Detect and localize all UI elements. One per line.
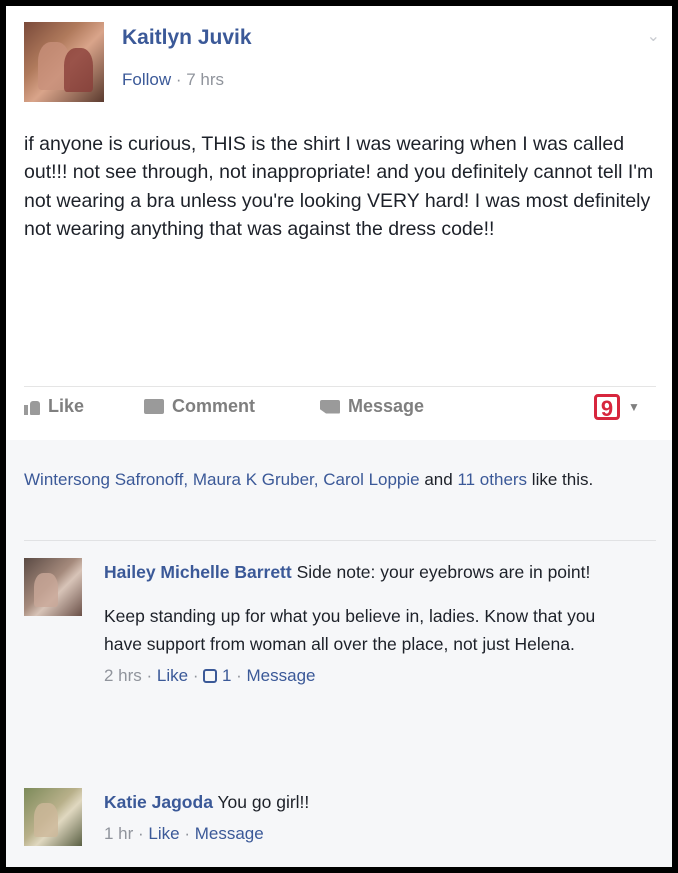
like-button[interactable]: Like: [24, 396, 84, 417]
comment-text: Hailey Michelle Barrett Side note: your …: [104, 558, 624, 586]
likes-others-link[interactable]: 11 others: [457, 470, 527, 489]
comment-body: Hailey Michelle Barrett Side note: your …: [104, 558, 624, 690]
thumbs-up-icon: [24, 399, 40, 415]
post-meta: Follow · 7 hrs: [122, 70, 224, 90]
commenter-avatar[interactable]: [24, 558, 82, 616]
message-icon: [320, 399, 340, 414]
action-bar: Like Comment Message 9 ▼: [24, 390, 656, 430]
chevron-down-icon[interactable]: ⌄: [647, 26, 660, 46]
author-name[interactable]: Kaitlyn Juvik: [122, 26, 252, 50]
comment-like-count[interactable]: 1: [222, 666, 231, 685]
comment-content-2: Keep standing up for what you believe in…: [104, 606, 596, 654]
comment-content: Side note: your eyebrows are in point!: [296, 562, 591, 582]
comment-like-link[interactable]: Like: [157, 666, 188, 685]
thumbs-up-icon: [203, 669, 218, 683]
post-time[interactable]: 7 hrs: [186, 70, 224, 89]
comment-like-link[interactable]: Like: [148, 824, 179, 843]
separator-dot: ·: [171, 70, 187, 89]
comment-message-link[interactable]: Message: [247, 666, 316, 685]
likes-suffix: like this.: [527, 470, 594, 489]
commenter-avatar[interactable]: [24, 788, 82, 846]
post-card: Kaitlyn Juvik Follow · 7 hrs ⌄ if anyone…: [6, 6, 672, 867]
comment-message-link[interactable]: Message: [195, 824, 264, 843]
post-header: Kaitlyn Juvik Follow · 7 hrs ⌄: [24, 18, 664, 108]
likes-summary: Wintersong Safronoff, Maura K Gruber, Ca…: [24, 466, 644, 493]
commenter-name[interactable]: Katie Jagoda: [104, 792, 213, 812]
comment-label: Comment: [172, 396, 256, 416]
comment-button[interactable]: Comment: [144, 396, 255, 417]
brand-logo-icon[interactable]: 9: [594, 394, 620, 421]
message-label: Message: [348, 396, 425, 416]
comment-text: Katie Jagoda You go girl!!: [104, 788, 624, 816]
comment-body: Katie Jagoda You go girl!! 1 hr · Like ·…: [104, 788, 624, 848]
like-label: Like: [48, 396, 85, 416]
likers-names[interactable]: Wintersong Safronoff, Maura K Gruber, Ca…: [24, 470, 420, 489]
follow-link[interactable]: Follow: [122, 70, 171, 89]
caret-down-icon[interactable]: ▼: [628, 400, 640, 414]
comment-content: You go girl!!: [217, 792, 310, 812]
comment-meta: 2 hrs · Like · 1 · Message: [104, 666, 316, 685]
likes-and: and: [419, 470, 458, 489]
post-text: if anyone is curious, THIS is the shirt …: [24, 133, 654, 241]
divider: [24, 386, 656, 387]
divider: [24, 540, 656, 541]
comment-time[interactable]: 2 hrs: [104, 666, 142, 685]
message-button[interactable]: Message: [320, 396, 424, 417]
commenter-name[interactable]: Hailey Michelle Barrett: [104, 562, 292, 582]
comment-time[interactable]: 1 hr: [104, 824, 133, 843]
author-avatar[interactable]: [24, 22, 104, 102]
feedback-section: Wintersong Safronoff, Maura K Gruber, Ca…: [6, 440, 672, 867]
comment-meta: 1 hr · Like · Message: [104, 824, 264, 843]
comment-icon: [144, 399, 164, 414]
